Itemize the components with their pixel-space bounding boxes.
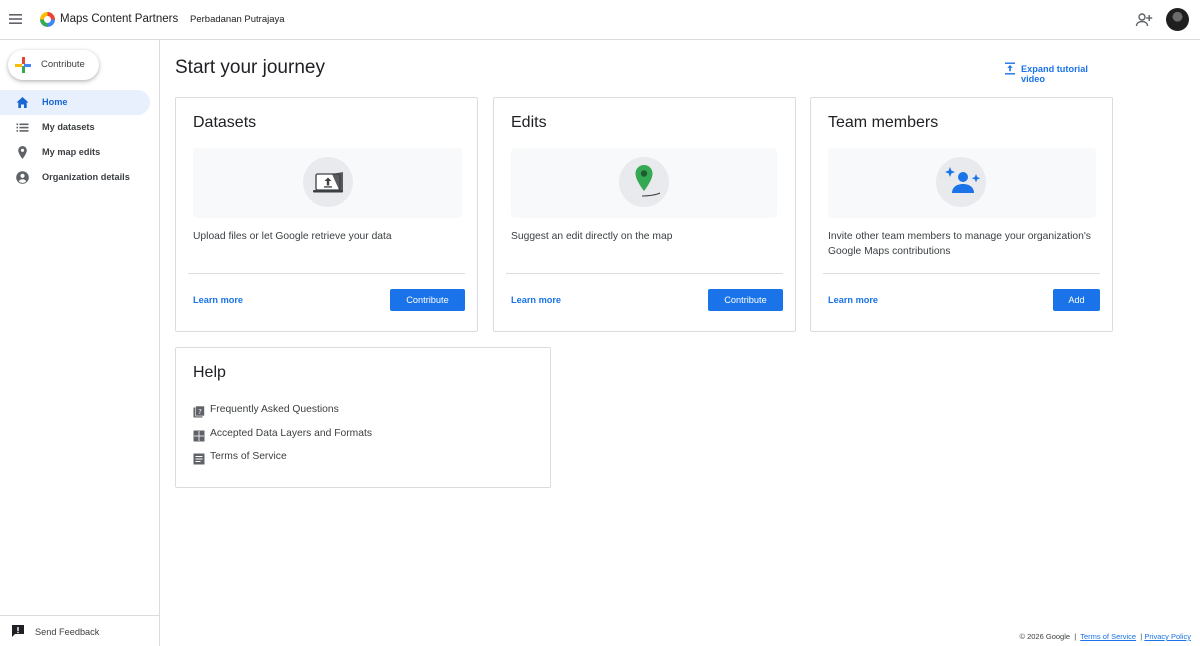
datasets-card: Datasets Upload files or let Google retr… xyxy=(175,97,478,332)
send-feedback-label: Send Feedback xyxy=(35,627,100,637)
article-icon xyxy=(193,452,205,465)
contribute-fab-button[interactable]: Contribute xyxy=(8,50,99,80)
card-divider xyxy=(506,273,783,274)
footer: © 2026 Google | Terms of Service | Priva… xyxy=(1011,632,1191,641)
card-description: Suggest an edit directly on the map xyxy=(511,231,673,242)
learn-more-link[interactable]: Learn more xyxy=(511,295,561,305)
main-content: Start your journey Expand tutorial video… xyxy=(161,41,1200,646)
expand-tutorial-video-label: Expand tutorial video xyxy=(1021,64,1088,84)
app-title[interactable]: Maps Content Partners xyxy=(60,13,178,25)
list-icon xyxy=(15,120,30,135)
team-members-card: Team members Invite other team members t… xyxy=(810,97,1113,332)
card-description: Upload files or let Google retrieve your… xyxy=(193,231,392,242)
expand-icon xyxy=(1004,62,1016,75)
location-pin-icon xyxy=(15,145,30,160)
help-card: Help ? Frequently Asked Questions Accept… xyxy=(175,347,551,488)
footer-separator: | xyxy=(1074,632,1077,641)
grid-icon xyxy=(193,429,205,442)
learn-more-link[interactable]: Learn more xyxy=(828,295,878,305)
footer-separator: | xyxy=(1140,632,1143,641)
home-icon xyxy=(15,95,30,110)
terms-of-service-label: Terms of Service xyxy=(210,451,287,462)
sidebar-item-organization-details[interactable]: Organization details xyxy=(0,165,150,190)
copyright-text: © 2026 Google xyxy=(1019,632,1071,641)
map-pin-icon xyxy=(619,157,669,207)
expand-tutorial-video-button[interactable]: Expand tutorial video xyxy=(1004,62,1114,84)
team-sparkle-icon xyxy=(936,157,986,207)
faq-icon: ? xyxy=(193,405,205,418)
sidebar-item-my-map-edits[interactable]: My map edits xyxy=(0,140,150,165)
account-circle-icon xyxy=(15,170,30,185)
svg-text:?: ? xyxy=(198,408,202,416)
edits-card: Edits Suggest an edit directly on the ma… xyxy=(493,97,796,332)
card-title: Team members xyxy=(828,114,939,131)
footer-privacy-link[interactable]: Privacy Policy xyxy=(1144,632,1191,641)
card-title: Help xyxy=(193,364,226,381)
contribute-fab-label: Contribute xyxy=(41,59,85,70)
card-divider xyxy=(188,273,465,274)
card-divider xyxy=(823,273,1100,274)
sidebar: Contribute Home My datasets My map edits… xyxy=(0,40,160,646)
accepted-data-layers-label: Accepted Data Layers and Formats xyxy=(210,428,372,439)
sidebar-item-label: Home xyxy=(42,97,68,107)
sidebar-item-label: My map edits xyxy=(42,147,101,157)
send-feedback-button[interactable]: Send Feedback xyxy=(0,615,160,646)
learn-more-link[interactable]: Learn more xyxy=(193,295,243,305)
page-title: Start your journey xyxy=(175,57,325,78)
edits-contribute-button[interactable]: Contribute xyxy=(708,289,783,311)
faq-label: Frequently Asked Questions xyxy=(210,404,339,415)
datasets-contribute-button[interactable]: Contribute xyxy=(390,289,465,311)
top-app-bar: Maps Content Partners Perbadanan Putraja… xyxy=(0,0,1200,40)
card-banner xyxy=(193,148,462,218)
sidebar-item-label: Organization details xyxy=(42,172,130,182)
avatar[interactable] xyxy=(1166,8,1189,31)
card-title: Edits xyxy=(511,114,547,131)
colorful-plus-icon xyxy=(15,57,31,73)
menu-icon[interactable] xyxy=(6,9,26,29)
organization-name[interactable]: Perbadanan Putrajaya xyxy=(190,14,285,25)
card-description: Invite other team members to manage your… xyxy=(828,231,1091,257)
sidebar-item-my-datasets[interactable]: My datasets xyxy=(0,115,150,140)
sidebar-item-home[interactable]: Home xyxy=(0,90,150,115)
card-banner xyxy=(511,148,777,218)
card-banner xyxy=(828,148,1096,218)
google-logo-icon xyxy=(40,12,55,27)
footer-terms-link[interactable]: Terms of Service xyxy=(1080,632,1136,641)
add-person-icon[interactable] xyxy=(1135,11,1153,29)
sidebar-item-label: My datasets xyxy=(42,122,95,132)
add-team-member-button[interactable]: Add xyxy=(1053,289,1100,311)
feedback-icon xyxy=(11,624,25,638)
upload-laptop-icon xyxy=(303,157,353,207)
sidebar-nav: Home My datasets My map edits Organizati… xyxy=(0,90,150,190)
card-title: Datasets xyxy=(193,114,257,131)
